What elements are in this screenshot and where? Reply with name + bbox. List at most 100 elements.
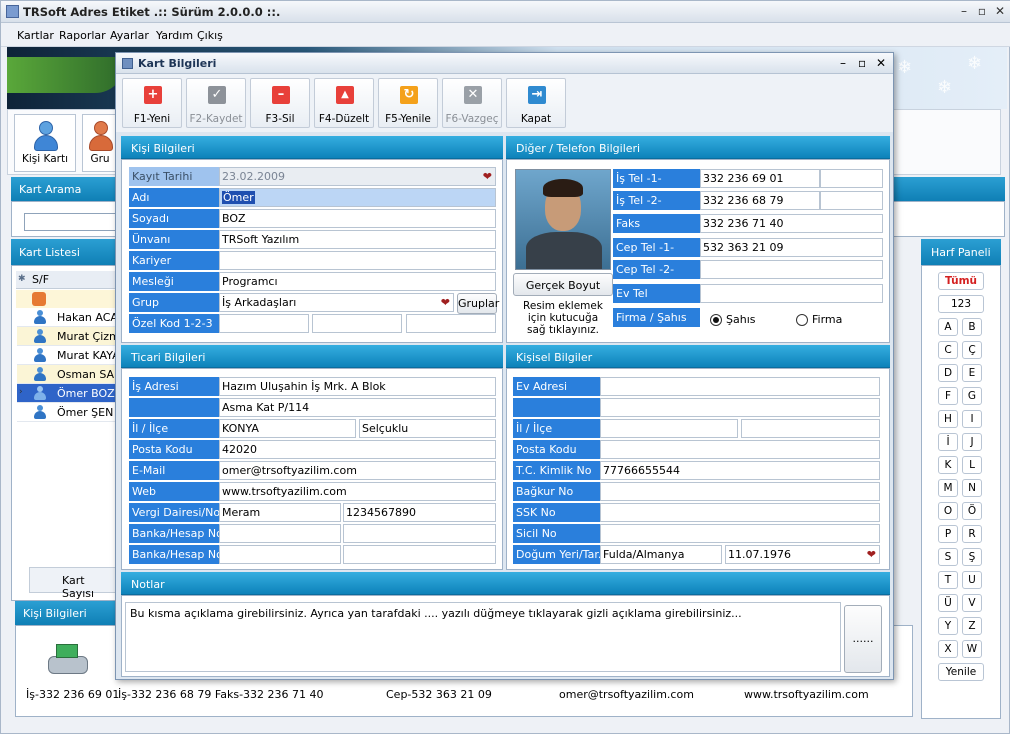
ozel-kod-3-field[interactable] <box>406 314 496 333</box>
firma-radio[interactable] <box>796 314 808 326</box>
f3-sil-button[interactable]: – F3-Sil <box>250 78 310 128</box>
letter-button[interactable]: J <box>962 433 982 451</box>
gercek-boyut-button[interactable]: Gerçek Boyut <box>513 273 613 296</box>
dogum-tarihi-field[interactable]: 11.07.1976 ❤ <box>725 545 880 564</box>
letter-button[interactable]: C <box>938 341 958 359</box>
meslegi-field[interactable]: Programcı <box>219 272 496 291</box>
list-item[interactable]: Ömer ŞEN <box>17 403 117 422</box>
sicil-field[interactable] <box>600 524 880 543</box>
harf-tumu-button[interactable]: Tümü <box>938 272 984 290</box>
ozel-kod-2-field[interactable] <box>312 314 402 333</box>
banka-1-field[interactable] <box>219 524 341 543</box>
sahis-radio[interactable] <box>710 314 722 326</box>
letter-button[interactable]: M <box>938 479 958 497</box>
ticari-posta-kodu-field[interactable]: 42020 <box>219 440 496 459</box>
tc-kimlik-field[interactable]: 77766655544 <box>600 461 880 480</box>
letter-button[interactable]: F <box>938 387 958 405</box>
letter-button[interactable]: Ç <box>962 341 982 359</box>
letter-button[interactable]: I <box>962 410 982 428</box>
letter-button[interactable]: V <box>962 594 982 612</box>
letter-button[interactable]: Z <box>962 617 982 635</box>
letter-button[interactable]: E <box>962 364 982 382</box>
letter-button[interactable]: N <box>962 479 982 497</box>
f5-yenile-button[interactable]: ↻ F5-Yenile <box>378 78 438 128</box>
person-photo[interactable] <box>515 169 611 270</box>
is-tel-2-field[interactable]: 332 236 68 79 <box>700 191 820 210</box>
ozel-kod-1-field[interactable] <box>219 314 309 333</box>
banka-2-field[interactable] <box>219 545 341 564</box>
letter-button[interactable]: İ <box>938 433 958 451</box>
letter-button[interactable]: Ş <box>962 548 982 566</box>
letter-button[interactable]: K <box>938 456 958 474</box>
letter-button[interactable]: D <box>938 364 958 382</box>
f1-yeni-button[interactable]: + F1-Yeni <box>122 78 182 128</box>
hesap-1-field[interactable] <box>343 524 496 543</box>
faks-field[interactable]: 332 236 71 40 <box>700 214 883 233</box>
letter-button[interactable]: B <box>962 318 982 336</box>
f6-vazgec-button[interactable]: ✕ F6-Vazgeç <box>442 78 502 128</box>
letter-button[interactable]: W <box>962 640 982 658</box>
letter-button[interactable]: A <box>938 318 958 336</box>
web-field[interactable]: www.trsoftyazilim.com <box>219 482 496 501</box>
dialog-minimize-icon[interactable]: – <box>840 56 846 70</box>
kisisel-posta-kodu-field[interactable] <box>600 440 880 459</box>
letter-button[interactable]: Ü <box>938 594 958 612</box>
hesap-2-field[interactable] <box>343 545 496 564</box>
letter-button[interactable]: Y <box>938 617 958 635</box>
is-tel-1-ext-field[interactable] <box>820 169 883 188</box>
close-icon[interactable]: ✕ <box>992 4 1008 19</box>
minimize-icon[interactable]: – <box>956 4 972 19</box>
ev-adresi-line1-field[interactable] <box>600 377 880 396</box>
dialog-maximize-icon[interactable]: ▫ <box>858 56 866 70</box>
list-item-selected[interactable]: › Ömer BOZ <box>17 384 117 403</box>
letter-button[interactable]: U <box>962 571 982 589</box>
menu-yardim[interactable]: Yardım <box>156 29 193 42</box>
dropdown-icon[interactable]: ❤ <box>441 296 450 309</box>
menu-cikis[interactable]: Çıkış <box>197 29 223 42</box>
menu-raporlar[interactable]: Raporlar <box>59 29 106 42</box>
dropdown-icon[interactable]: ❤ <box>483 170 492 183</box>
ticari-ilce-field[interactable]: Selçuklu <box>359 419 496 438</box>
list-item[interactable]: Murat KAYA <box>17 346 117 365</box>
email-field[interactable]: omer@trsoftyazilim.com <box>219 461 496 480</box>
cep-tel-1-field[interactable]: 532 363 21 09 <box>700 238 883 257</box>
f2-kaydet-button[interactable]: ✓ F2-Kaydet <box>186 78 246 128</box>
dropdown-icon[interactable]: ❤ <box>867 548 876 561</box>
kisisel-il-field[interactable] <box>600 419 738 438</box>
ticari-il-field[interactable]: KONYA <box>219 419 356 438</box>
search-input[interactable] <box>24 213 120 231</box>
list-item[interactable]: Murat Çizme <box>17 327 117 346</box>
letter-button[interactable]: O <box>938 502 958 520</box>
letter-button[interactable]: S <box>938 548 958 566</box>
is-adresi-line1-field[interactable]: Hazım Uluşahin İş Mrk. A Blok <box>219 377 496 396</box>
kisisel-ilce-field[interactable] <box>741 419 880 438</box>
ev-tel-field[interactable] <box>700 284 883 303</box>
adi-field[interactable]: Ömer <box>219 188 496 207</box>
unvani-field[interactable]: TRSoft Yazılım <box>219 230 496 249</box>
is-adresi-line2-field[interactable]: Asma Kat P/114 <box>219 398 496 417</box>
letter-button[interactable]: P <box>938 525 958 543</box>
grup-field[interactable]: İş Arkadaşları ❤ <box>219 293 454 312</box>
letter-button[interactable]: H <box>938 410 958 428</box>
menu-kartlar[interactable]: Kartlar <box>17 29 54 42</box>
maximize-icon[interactable]: ▫ <box>974 4 990 19</box>
ssk-field[interactable] <box>600 503 880 522</box>
letter-button[interactable]: Ö <box>962 502 982 520</box>
kisi-karti-button[interactable]: Kişi Kartı <box>14 114 76 172</box>
list-item[interactable]: Osman SAR <box>17 365 117 384</box>
harf-123-button[interactable]: 123 <box>938 295 984 313</box>
kapat-button[interactable]: ⇥ Kapat <box>506 78 566 128</box>
letter-button[interactable]: L <box>962 456 982 474</box>
menu-ayarlar[interactable]: Ayarlar <box>110 29 149 42</box>
ev-adresi-line2-field[interactable] <box>600 398 880 417</box>
cep-tel-2-field[interactable] <box>700 260 883 279</box>
vergi-dairesi-field[interactable]: Meram <box>219 503 341 522</box>
vergi-no-field[interactable]: 1234567890 <box>343 503 496 522</box>
letter-button[interactable]: R <box>962 525 982 543</box>
dialog-close-icon[interactable]: ✕ <box>876 56 886 70</box>
harf-yenile-button[interactable]: Yenile <box>938 663 984 681</box>
soyadi-field[interactable]: BOZ <box>219 209 496 228</box>
gruplar-button[interactable]: Gruplar <box>457 293 499 314</box>
gizli-aciklama-button[interactable]: ...... <box>844 605 882 673</box>
kayit-tarihi-field[interactable]: 23.02.2009 ❤ <box>219 167 496 186</box>
